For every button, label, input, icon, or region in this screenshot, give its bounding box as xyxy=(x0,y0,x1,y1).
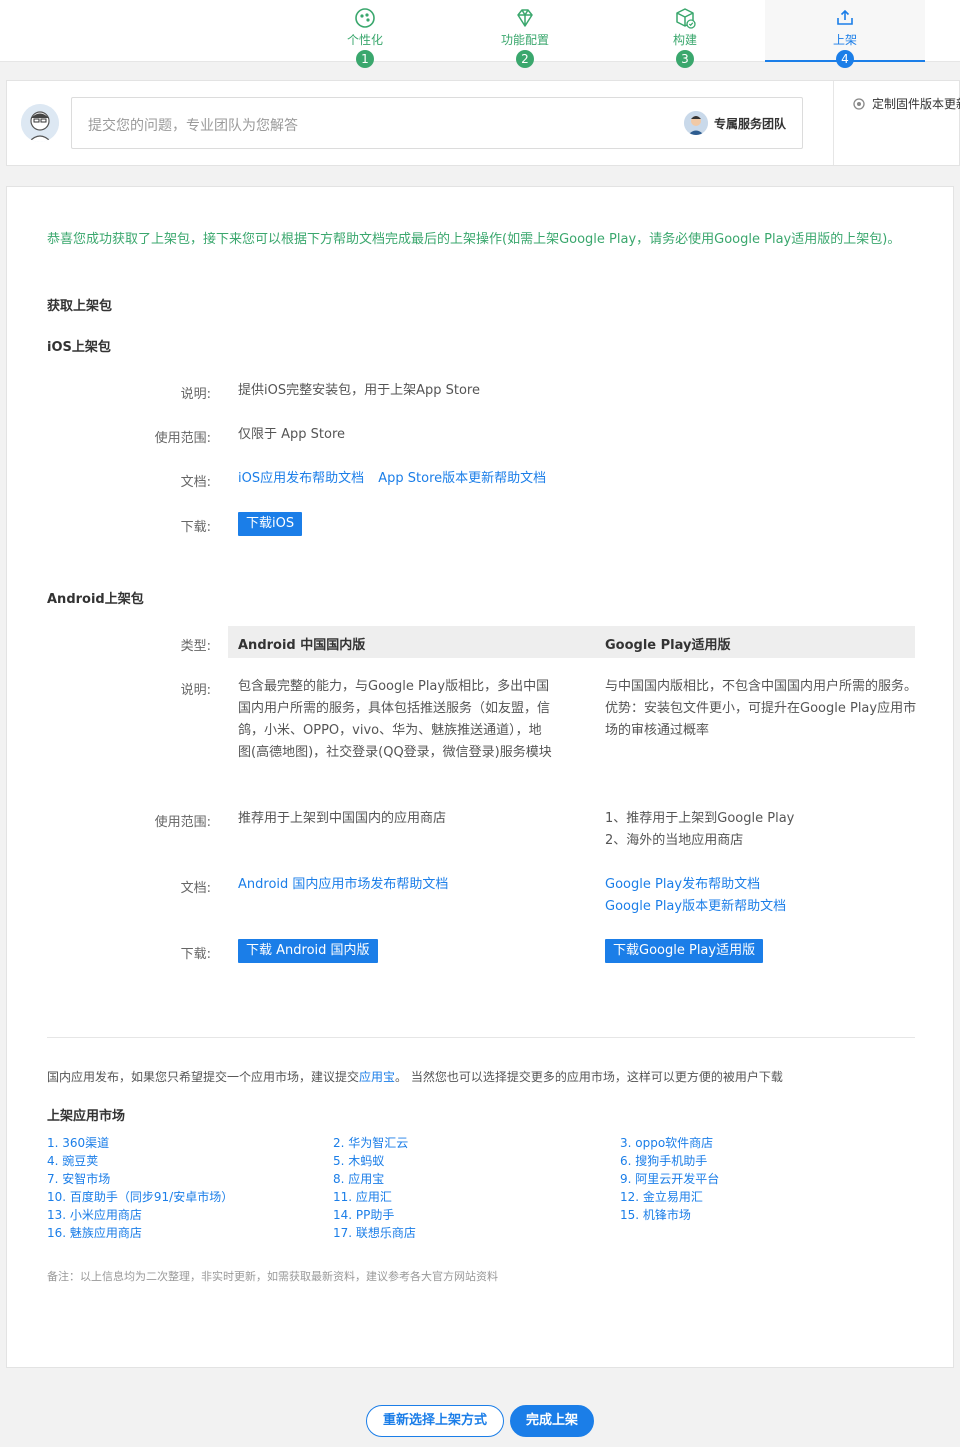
ios-download-label: 下载: xyxy=(180,520,211,535)
market-intro-text-2: 。 当然您也可以选择提交更多的应用市场，这样可以更方便的被用户下载 xyxy=(395,1070,783,1084)
market-list-title: 上架应用市场 xyxy=(47,1109,126,1124)
step-personalize[interactable]: 个性化 1 xyxy=(285,0,445,68)
firmware-update-link[interactable]: 定制固件版本更新 xyxy=(853,95,960,112)
reselect-method-button[interactable]: 重新选择上架方式 xyxy=(366,1405,504,1437)
step-build[interactable]: 构建 3 xyxy=(605,0,765,68)
step-number: 2 xyxy=(516,50,534,68)
palette-icon xyxy=(355,8,375,28)
market-link[interactable]: 11. 应用汇 xyxy=(333,1188,416,1206)
market-link[interactable]: 9. 阿里云开发平台 xyxy=(620,1170,719,1188)
ios-scope-label: 使用范围: xyxy=(154,431,211,446)
market-link[interactable]: 16. 魅族应用商店 xyxy=(47,1224,233,1242)
service-team-label: 专属服务团队 xyxy=(714,116,787,131)
market-intro: 国内应用发布，如果您只希望提交一个应用市场，建议提交应用宝。 当然您也可以选择提… xyxy=(47,1068,783,1085)
market-column-1: 1. 360渠道 4. 豌豆荚 7. 安智市场 10. 百度助手（同步91/安卓… xyxy=(47,1134,233,1242)
googleplay-desc: 与中国国内版相比，不包含中国国内用户所需的服务。 优势：安装包文件更小，可提升在… xyxy=(605,679,918,738)
main-panel: 恭喜您成功获取了上架包，接下来您可以根据下方帮助文档完成最后的上架操作(如需上架… xyxy=(6,186,954,1368)
step-number: 3 xyxy=(676,50,694,68)
col-china-title: Android 中国国内版 xyxy=(238,638,366,653)
step-label: 上架 xyxy=(832,33,857,47)
china-desc: 包含最完整的能力，与Google Play版相比，多出中国国内用户所需的服务，具… xyxy=(238,679,552,760)
download-ios-button[interactable]: 下载iOS xyxy=(238,512,303,536)
googleplay-publish-doc-link[interactable]: Google Play发布帮助文档 xyxy=(605,874,760,896)
download-android-china-button[interactable]: 下载 Android 国内版 xyxy=(238,939,378,963)
step-label: 构建 xyxy=(672,33,697,47)
market-link[interactable]: 17. 联想乐商店 xyxy=(333,1224,416,1242)
android-desc-label: 说明: xyxy=(180,683,211,698)
step-bar: 个性化 1 功能配置 2 构建 3 上架 4 xyxy=(0,0,960,68)
market-link[interactable]: 6. 搜狗手机助手 xyxy=(620,1152,719,1170)
market-link[interactable]: 14. PP助手 xyxy=(333,1206,416,1224)
ios-desc: 提供iOS完整安装包，用于上架App Store xyxy=(238,383,480,398)
step-number: 1 xyxy=(356,50,374,68)
question-placeholder: 提交您的问题，专业团队为您解答 xyxy=(88,118,298,134)
android-download-label: 下载: xyxy=(180,947,211,962)
market-link[interactable]: 2. 华为智汇云 xyxy=(333,1134,416,1152)
support-panel: 提交您的问题，专业团队为您解答 专属服务团队 定制固件版本更新 xyxy=(6,80,960,166)
success-message: 恭喜您成功获取了上架包，接下来您可以根据下方帮助文档完成最后的上架操作(如需上架… xyxy=(47,232,901,247)
market-link[interactable]: 8. 应用宝 xyxy=(333,1170,416,1188)
service-team-button[interactable]: 专属服务团队 xyxy=(684,110,786,136)
china-scope: 推荐用于上架到中国国内的应用商店 xyxy=(238,811,447,826)
step-publish[interactable]: 上架 4 xyxy=(765,0,925,68)
col-googleplay-title: Google Play适用版 xyxy=(605,638,731,653)
market-note: 备注：以上信息均为二次整理，非实时更新，如需获取最新资料，建议参考各大官方网站资… xyxy=(47,1270,498,1283)
android-type-label: 类型: xyxy=(180,639,211,654)
panel-divider xyxy=(833,81,834,165)
section-divider xyxy=(47,1037,915,1038)
market-column-2: 2. 华为智汇云 5. 木蚂蚁 8. 应用宝 11. 应用汇 14. PP助手 … xyxy=(333,1134,416,1242)
market-link[interactable]: 3. oppo软件商店 xyxy=(620,1134,719,1152)
android-package-title: Android上架包 xyxy=(47,592,144,607)
china-publish-doc-link[interactable]: Android 国内应用市场发布帮助文档 xyxy=(238,874,448,896)
market-link[interactable]: 4. 豌豆荚 xyxy=(47,1152,233,1170)
finish-publish-button[interactable]: 完成上架 xyxy=(510,1405,594,1437)
market-link[interactable]: 7. 安智市场 xyxy=(47,1170,233,1188)
googleplay-scope-1: 1、推荐用于上架到Google Play xyxy=(605,811,795,826)
box-check-icon xyxy=(676,8,696,29)
ios-scope: 仅限于 App Store xyxy=(238,427,346,442)
android-scope-label: 使用范围: xyxy=(154,815,211,830)
android-table-header: Android 中国国内版 Google Play适用版 xyxy=(228,626,915,658)
download-googleplay-button[interactable]: 下载Google Play适用版 xyxy=(605,939,764,963)
ios-docs: iOS应用发布帮助文档 App Store版本更新帮助文档 xyxy=(238,468,546,490)
step-label: 功能配置 xyxy=(500,33,549,47)
team-avatar xyxy=(684,111,708,135)
firmware-icon xyxy=(853,97,865,110)
step-number: 4 xyxy=(836,50,854,68)
question-input[interactable]: 提交您的问题，专业团队为您解答 专属服务团队 xyxy=(71,97,803,149)
market-link[interactable]: 5. 木蚂蚁 xyxy=(333,1152,416,1170)
market-link[interactable]: 1. 360渠道 xyxy=(47,1134,233,1152)
yingyongbao-link[interactable]: 应用宝 xyxy=(359,1070,395,1084)
market-intro-text: 国内应用发布，如果您只希望提交一个应用市场，建议提交 xyxy=(47,1070,360,1084)
diamond-icon xyxy=(517,9,533,27)
ios-desc-label: 说明: xyxy=(180,387,211,402)
googleplay-scope-2: 2、海外的当地应用商店 xyxy=(605,833,744,848)
android-docs-label: 文档: xyxy=(180,881,211,896)
step-feature-config[interactable]: 功能配置 2 xyxy=(445,0,605,68)
user-avatar xyxy=(21,104,59,142)
avatar-icon xyxy=(21,104,59,142)
firmware-update-text: 定制固件版本更新 xyxy=(872,97,960,111)
step-label: 个性化 xyxy=(346,33,383,47)
market-link[interactable]: 13. 小米应用商店 xyxy=(47,1206,233,1224)
googleplay-update-doc-link[interactable]: Google Play版本更新帮助文档 xyxy=(605,896,786,918)
market-link[interactable]: 10. 百度助手（同步91/安卓市场） xyxy=(47,1188,233,1206)
ios-package-title: iOS上架包 xyxy=(47,340,111,355)
market-column-3: 3. oppo软件商店 6. 搜狗手机助手 9. 阿里云开发平台 12. 金立易… xyxy=(620,1134,719,1224)
market-link[interactable]: 15. 机锋市场 xyxy=(620,1206,719,1224)
ios-publish-doc-link[interactable]: iOS应用发布帮助文档 xyxy=(238,471,364,486)
upload-tray-icon xyxy=(837,9,853,25)
ios-docs-label: 文档: xyxy=(180,475,211,490)
appstore-update-doc-link[interactable]: App Store版本更新帮助文档 xyxy=(378,471,546,486)
market-link[interactable]: 12. 金立易用汇 xyxy=(620,1188,719,1206)
section-title-get-package: 获取上架包 xyxy=(47,299,113,314)
person-icon xyxy=(684,111,708,135)
